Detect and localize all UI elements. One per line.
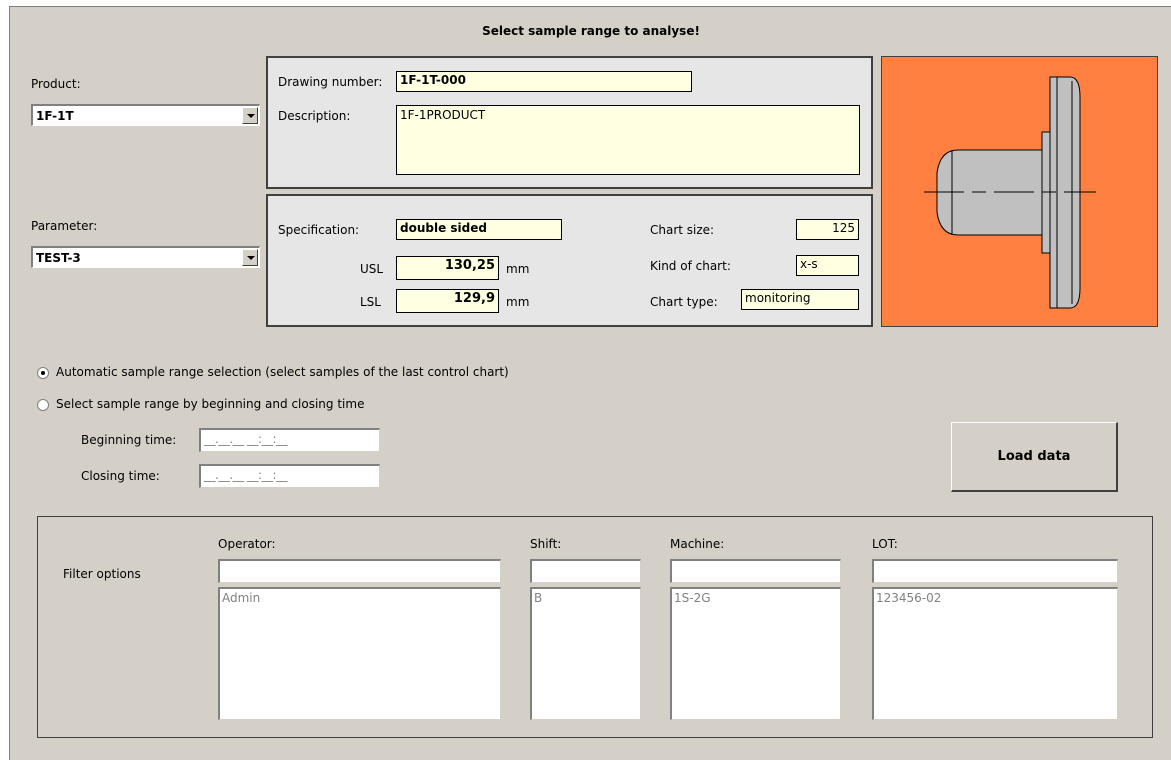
operator-label: Operator: <box>218 537 276 551</box>
chart-size-field[interactable]: 125 <box>796 219 859 240</box>
chart-type-field[interactable]: monitoring <box>741 289 859 310</box>
lot-list[interactable]: 123456-02 <box>872 587 1118 720</box>
machine-label: Machine: <box>670 537 725 551</box>
window-frame: Select sample range to analyse! Product:… <box>9 6 1171 760</box>
product-select[interactable]: 1F-1T <box>31 104 260 126</box>
lot-filter-input[interactable] <box>872 559 1118 583</box>
list-item[interactable]: 123456-02 <box>876 591 1115 605</box>
chart-type-label: Chart type: <box>650 295 718 309</box>
shift-list[interactable]: B <box>530 587 641 720</box>
usl-label: USL <box>360 262 384 276</box>
specification-field[interactable]: double sided <box>396 219 562 240</box>
usl-field[interactable]: 130,25 <box>396 256 499 280</box>
beginning-time-input[interactable]: __.__.__ __:__:__ <box>199 428 380 452</box>
lsl-unit: mm <box>506 295 530 309</box>
specification-label: Specification: <box>278 223 360 237</box>
manual-range-radio[interactable] <box>37 399 49 411</box>
closing-time-input[interactable]: __.__.__ __:__:__ <box>199 464 380 488</box>
dropdown-arrow-icon[interactable] <box>242 249 258 266</box>
drawing-panel: Drawing number: 1F-1T-000 Description: 1… <box>266 56 873 189</box>
operator-filter-input[interactable] <box>218 559 501 583</box>
auto-range-label[interactable]: Automatic sample range selection (select… <box>56 365 509 379</box>
lsl-field[interactable]: 129,9 <box>396 289 499 313</box>
chart-size-label: Chart size: <box>650 223 715 237</box>
parameter-label: Parameter: <box>31 219 98 233</box>
drawing-number-label: Drawing number: <box>278 75 383 89</box>
list-item[interactable]: B <box>534 591 638 605</box>
machine-list[interactable]: 1S-2G <box>670 587 841 720</box>
description-label: Description: <box>278 109 351 123</box>
load-data-button[interactable]: Load data <box>951 422 1118 492</box>
operator-list[interactable]: Admin <box>218 587 501 720</box>
list-item[interactable]: Admin <box>222 591 498 605</box>
page-title: Select sample range to analyse! <box>482 24 700 38</box>
usl-unit: mm <box>506 262 530 276</box>
product-value: 1F-1T <box>36 109 74 123</box>
list-item[interactable]: 1S-2G <box>674 591 838 605</box>
manual-range-label[interactable]: Select sample range by beginning and clo… <box>56 397 364 411</box>
part-drawing-svg <box>924 76 1096 309</box>
specification-panel: Specification: double sided USL 130,25 m… <box>266 194 873 327</box>
filter-options-label: Filter options <box>63 567 141 581</box>
lot-label: LOT: <box>872 537 898 551</box>
parameter-select[interactable]: TEST-3 <box>31 246 260 268</box>
kind-of-chart-label: Kind of chart: <box>650 259 731 273</box>
shift-filter-input[interactable] <box>530 559 641 583</box>
lsl-label: LSL <box>360 295 381 309</box>
beginning-time-label: Beginning time: <box>81 433 177 447</box>
parameter-value: TEST-3 <box>36 251 81 265</box>
shift-label: Shift: <box>530 537 562 551</box>
closing-time-label: Closing time: <box>81 469 160 483</box>
kind-of-chart-field[interactable]: x-s <box>796 255 859 276</box>
description-field[interactable]: 1F-1PRODUCT <box>396 105 860 175</box>
dropdown-arrow-icon[interactable] <box>242 107 258 124</box>
drawing-number-field[interactable]: 1F-1T-000 <box>396 71 692 92</box>
part-drawing-image <box>881 56 1158 327</box>
product-label: Product: <box>31 77 81 91</box>
machine-filter-input[interactable] <box>670 559 841 583</box>
filter-options-group: Filter options Operator: Admin Shift: B … <box>37 516 1153 738</box>
auto-range-radio[interactable] <box>37 367 49 379</box>
